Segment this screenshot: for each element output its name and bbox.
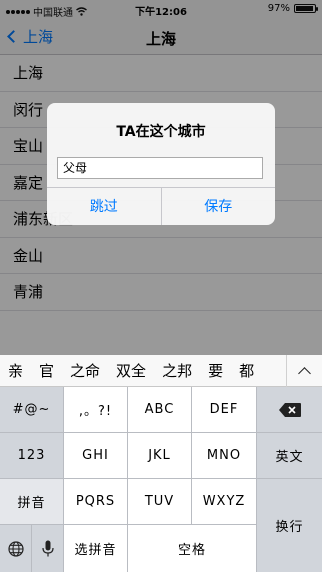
symbols-key[interactable]: #@~ [0, 387, 64, 433]
expand-candidates-button[interactable] [286, 355, 322, 387]
alert-actions: 跳过 保存 [47, 187, 275, 225]
candidate-item[interactable]: 双全 [108, 360, 154, 381]
globe-key[interactable] [0, 525, 32, 572]
candidate-item[interactable]: 都 [231, 360, 262, 381]
english-key[interactable]: 英文 [257, 433, 322, 479]
pqrs-key[interactable]: PQRS [64, 479, 128, 525]
def-key[interactable]: DEF [192, 387, 257, 433]
save-button[interactable]: 保存 [160, 188, 276, 225]
jkl-key[interactable]: JKL [128, 433, 192, 479]
chevron-up-icon [298, 367, 311, 380]
select-pinyin-key[interactable]: 选拼音 [64, 525, 128, 572]
microphone-key[interactable] [32, 525, 64, 572]
wxyz-key[interactable]: WXYZ [192, 479, 257, 525]
skip-button[interactable]: 跳过 [47, 188, 161, 225]
alert-title: TA在这个城市 [116, 124, 206, 140]
mno-key[interactable]: MNO [192, 433, 257, 479]
relation-input[interactable]: 父母 [57, 157, 263, 179]
microphone-icon [41, 540, 54, 557]
enter-key[interactable]: 换行 [257, 479, 322, 572]
candidate-bar: 亲 官 之命 双全 之邦 要 都 [0, 355, 322, 387]
space-key[interactable]: 空格 [128, 525, 257, 572]
alert-dialog: TA在这个城市 父母 跳过 保存 [47, 103, 275, 225]
pinyin-keyboard: 亲 官 之命 双全 之邦 要 都 #@~ ,。?! ABC DEF 123 GH… [0, 355, 322, 572]
abc-key[interactable]: ABC [128, 387, 192, 433]
globe-icon [7, 540, 24, 557]
backspace-icon [278, 402, 301, 417]
candidate-item[interactable]: 亲 [0, 360, 31, 381]
candidate-item[interactable]: 官 [31, 360, 62, 381]
tuv-key[interactable]: TUV [128, 479, 192, 525]
pinyin-key[interactable]: 拼音 [0, 479, 64, 525]
candidate-item[interactable]: 要 [200, 360, 231, 381]
candidate-item[interactable]: 之邦 [154, 360, 200, 381]
number-key[interactable]: 123 [0, 433, 64, 479]
delete-key[interactable] [257, 387, 322, 433]
punctuation-key[interactable]: ,。?! [64, 387, 128, 433]
ghi-key[interactable]: GHI [64, 433, 128, 479]
candidate-item[interactable]: 之命 [62, 360, 108, 381]
